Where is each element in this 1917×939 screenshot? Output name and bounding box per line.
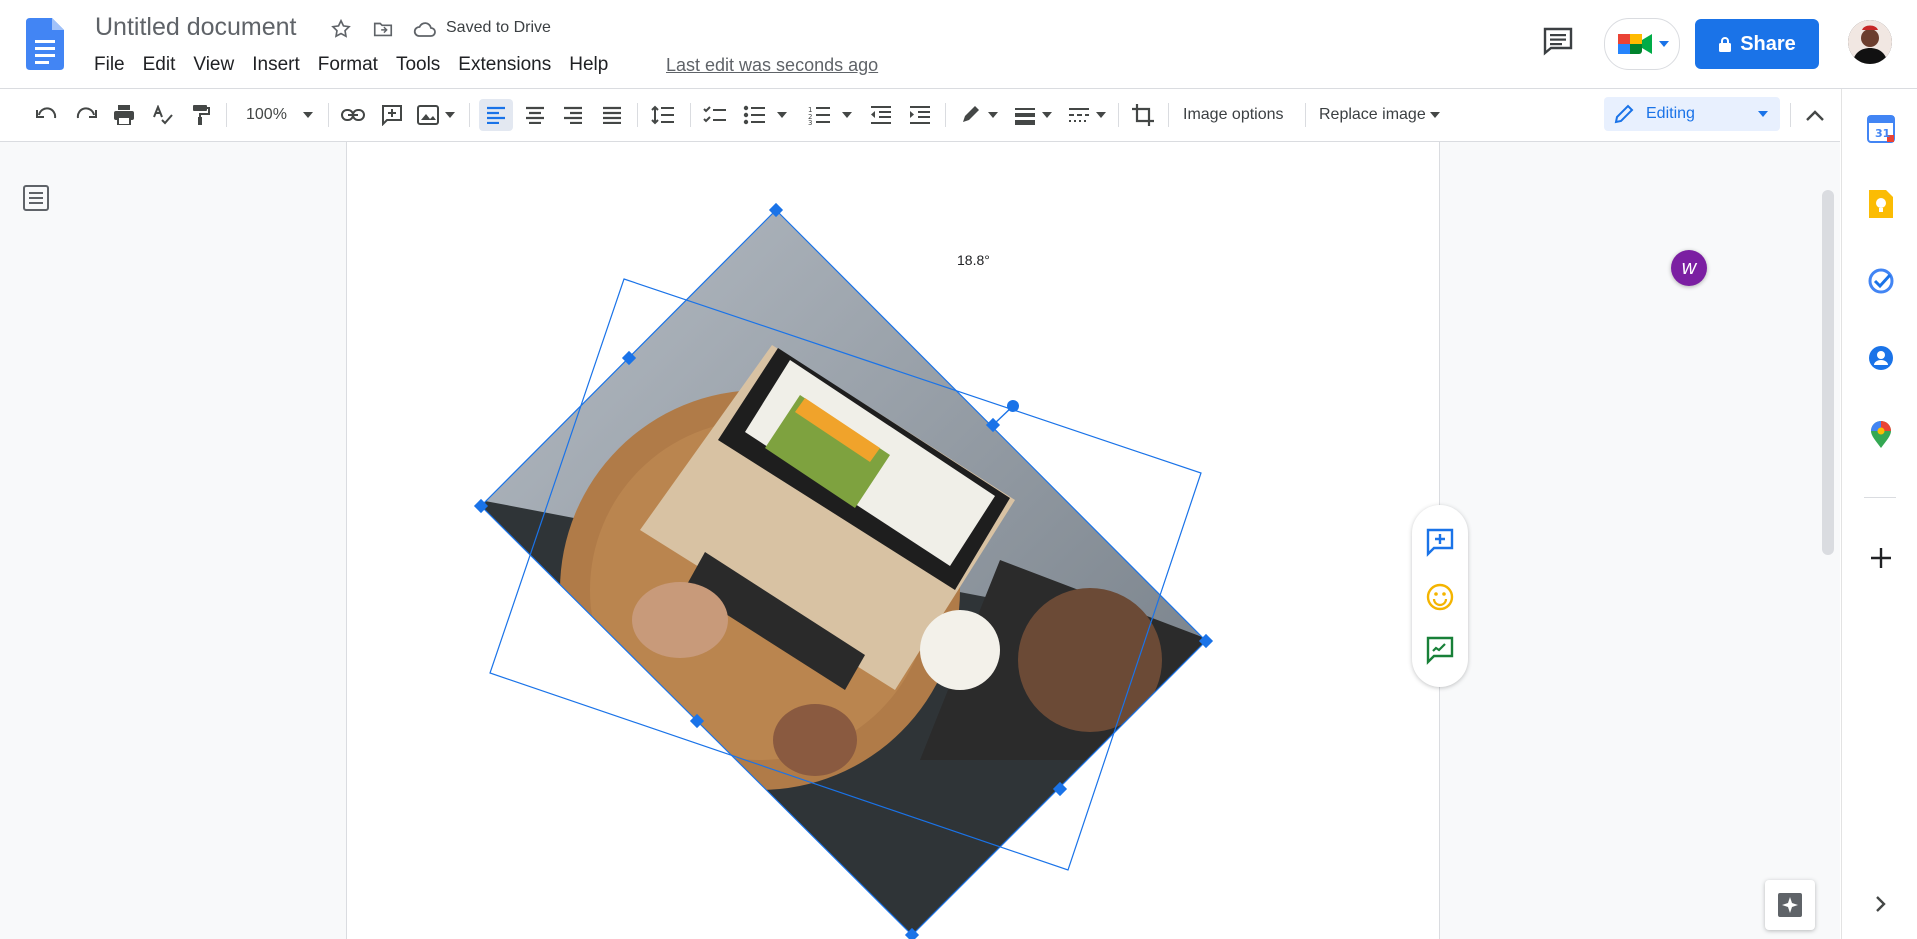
contacts-icon[interactable] [1866,343,1896,373]
emoji-reaction-icon[interactable] [1425,582,1455,612]
side-panel-divider [1864,497,1896,498]
rotated-photo[interactable] [470,200,1220,939]
add-comment-icon[interactable] [1425,527,1455,557]
explore-button[interactable] [1765,880,1815,930]
keep-icon[interactable] [1866,189,1896,219]
calendar-icon[interactable]: 31 [1866,114,1896,144]
rotation-angle-label: 18.8° [957,252,990,268]
vertical-scrollbar[interactable] [1822,190,1834,555]
side-panel: 31 [1841,89,1917,939]
svg-text:31: 31 [1875,127,1890,140]
image-selection-layer [470,200,1220,939]
rotate-handle[interactable] [1007,400,1019,412]
maps-icon[interactable] [1866,420,1896,450]
add-icon[interactable] [1866,543,1896,573]
extension-bubble[interactable]: w [1671,250,1707,286]
floating-action-bar [1412,505,1468,687]
explore-star-icon [1778,893,1802,917]
chevron-right-icon[interactable] [1866,889,1896,919]
suggest-edits-icon[interactable] [1425,635,1455,665]
tasks-icon[interactable] [1866,266,1896,296]
